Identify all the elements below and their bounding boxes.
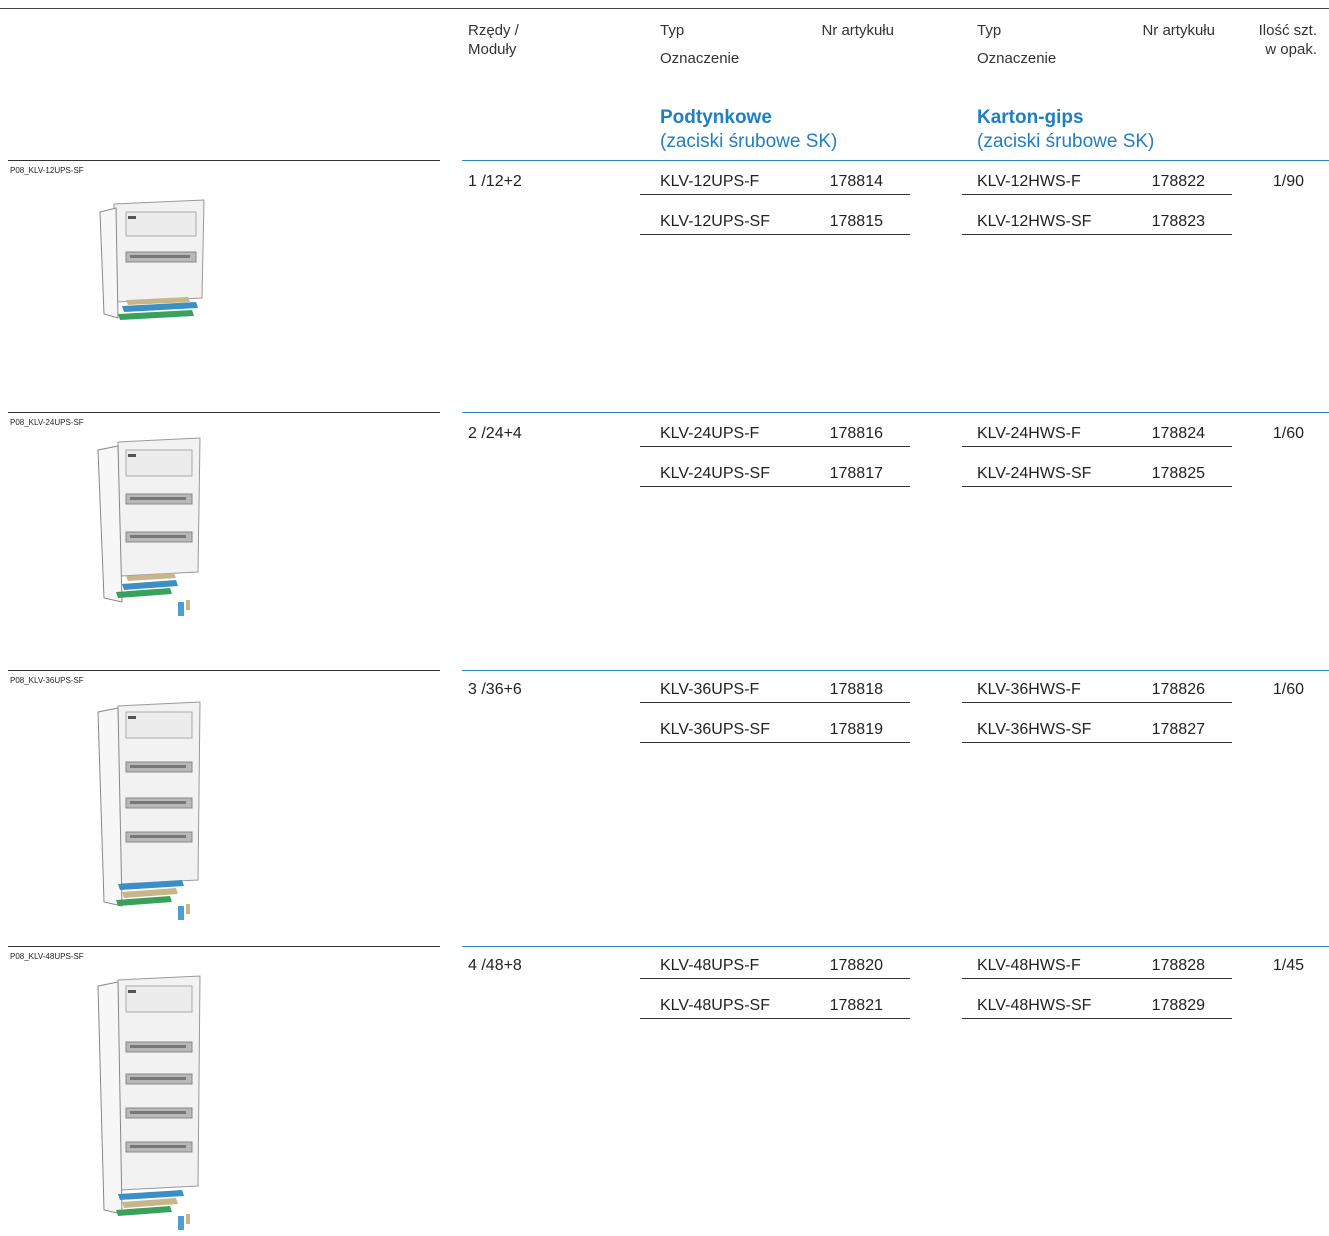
cell-rule (962, 446, 1232, 447)
artno-a: 178821 (829, 997, 883, 1014)
section-a-subtitle: (zaciski śrubowe SK) (660, 131, 838, 152)
artno-b: 178829 (1151, 997, 1205, 1014)
artno-b: 178823 (1151, 213, 1205, 230)
type-a: KLV-24UPS-SF (660, 465, 770, 482)
section-a-title: Podtynkowe (660, 107, 772, 128)
image-label: P08_KLV-24UPS-SF (10, 418, 84, 427)
type-a: KLV-24UPS-F (660, 425, 760, 442)
header-b-type: Typ (977, 22, 1002, 39)
section-b-subtitle: (zaciski śrubowe SK) (977, 131, 1155, 152)
artno-b: 178825 (1151, 465, 1205, 482)
type-a: KLV-12UPS-SF (660, 213, 770, 230)
top-rule (0, 8, 1329, 9)
row-rule (462, 946, 1329, 947)
rows-modules: 2 /24+4 (468, 425, 522, 442)
artno-a: 178816 (829, 425, 883, 442)
cell-rule (640, 486, 910, 487)
cell-rule (962, 1018, 1232, 1019)
artno-a: 178820 (829, 957, 883, 974)
type-b: KLV-48HWS-F (977, 957, 1081, 974)
header-b-desc: Oznaczenie (977, 50, 1057, 67)
artno-a: 178815 (829, 213, 883, 230)
header-a-desc: Oznaczenie (660, 50, 740, 67)
artno-b: 178822 (1151, 173, 1205, 190)
distribution-board-24-image (97, 437, 201, 616)
header-a-artno: Nr artykułu (821, 22, 894, 39)
cell-rule (962, 702, 1232, 703)
type-a: KLV-12UPS-F (660, 173, 760, 190)
type-a: KLV-48UPS-SF (660, 997, 770, 1014)
distribution-board-12-image (99, 199, 205, 320)
type-b: KLV-24HWS-F (977, 425, 1081, 442)
rows-modules: 1 /12+2 (468, 173, 522, 190)
section-karton-gips: Karton-gips (zaciski śrubowe SK) (977, 106, 1154, 154)
header-rows-modules: Rzędy / Moduły (468, 22, 519, 58)
artno-b: 178827 (1151, 721, 1205, 738)
section-b-title: Karton-gips (977, 107, 1084, 128)
header-pack-qty: Ilość szt. w opak. (1258, 22, 1317, 58)
image-rule (8, 160, 440, 161)
cell-rule (640, 194, 910, 195)
pack-qty: 1/60 (1272, 681, 1304, 698)
type-a: KLV-36UPS-SF (660, 721, 770, 738)
section-podtynkowe: Podtynkowe (zaciski śrubowe SK) (660, 106, 837, 154)
type-a: KLV-36UPS-F (660, 681, 760, 698)
artno-b: 178828 (1151, 957, 1205, 974)
row-rule (462, 412, 1329, 413)
header-a-type: Typ (660, 22, 685, 39)
image-label: P08_KLV-36UPS-SF (10, 676, 84, 685)
cell-rule (640, 702, 910, 703)
cell-rule (640, 978, 910, 979)
cell-rule (640, 446, 910, 447)
cell-rule (640, 1018, 910, 1019)
type-b: KLV-36HWS-F (977, 681, 1081, 698)
cell-rule (962, 194, 1232, 195)
rows-modules: 3 /36+6 (468, 681, 522, 698)
rows-modules: 4 /48+8 (468, 957, 522, 974)
image-rule (8, 412, 440, 413)
cell-rule (640, 742, 910, 743)
pack-qty: 1/60 (1272, 425, 1304, 442)
artno-a: 178814 (829, 173, 883, 190)
header-b-artno: Nr artykułu (1142, 22, 1215, 39)
pack-qty: 1/45 (1272, 957, 1304, 974)
row-rule (462, 160, 1329, 161)
image-rule (8, 946, 440, 947)
type-b: KLV-12HWS-SF (977, 213, 1092, 230)
cell-rule (962, 486, 1232, 487)
artno-a: 178819 (829, 721, 883, 738)
row-rule (462, 670, 1329, 671)
cell-rule (962, 742, 1232, 743)
image-rule (8, 670, 440, 671)
cell-rule (962, 978, 1232, 979)
cell-rule (962, 234, 1232, 235)
image-label: P08_KLV-48UPS-SF (10, 952, 84, 961)
type-b: KLV-24HWS-SF (977, 465, 1092, 482)
artno-a: 178818 (829, 681, 883, 698)
cell-rule (640, 234, 910, 235)
image-label: P08_KLV-12UPS-SF (10, 166, 84, 175)
type-b: KLV-12HWS-F (977, 173, 1081, 190)
type-b: KLV-36HWS-SF (977, 721, 1092, 738)
artno-a: 178817 (829, 465, 883, 482)
artno-b: 178826 (1151, 681, 1205, 698)
type-b: KLV-48HWS-SF (977, 997, 1092, 1014)
distribution-board-36-image (97, 701, 201, 920)
artno-b: 178824 (1151, 425, 1205, 442)
type-a: KLV-48UPS-F (660, 957, 760, 974)
distribution-board-48-image (97, 975, 201, 1230)
pack-qty: 1/90 (1272, 173, 1304, 190)
